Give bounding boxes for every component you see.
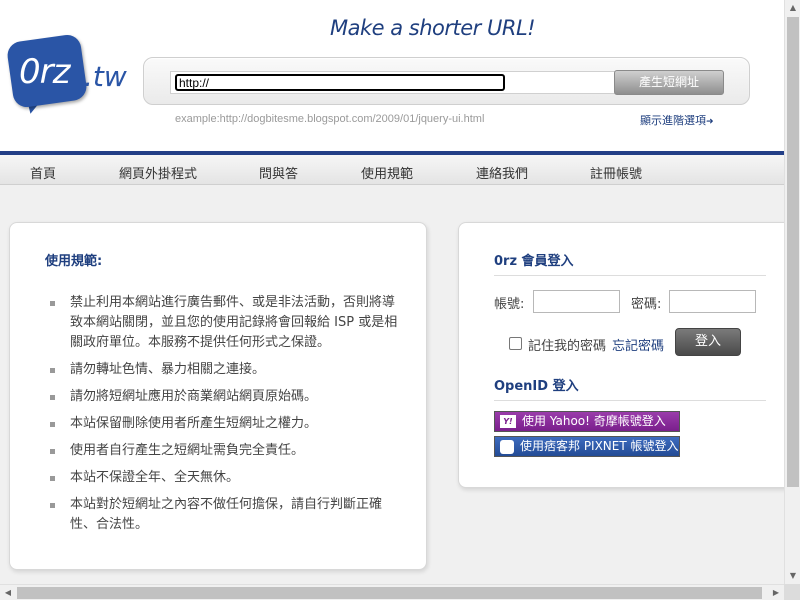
login-panel: 0rz 會員登入 帳號: 密碼: 記住我的密碼 忘記密碼 登入 OpenID 登… <box>458 222 784 488</box>
scrollbar-corner <box>784 584 800 600</box>
list-item: 請勿轉址色情、暴力相關之連接。 <box>48 360 398 380</box>
vertical-scrollbar[interactable]: ▲ ▼ <box>784 0 800 584</box>
remember-me-checkbox[interactable] <box>509 337 522 350</box>
pixnet-login-button[interactable]: 使用痞客邦 PIXNET 帳號登入 <box>494 436 680 457</box>
pixnet-login-label: 使用痞客邦 PIXNET 帳號登入 <box>520 439 679 453</box>
url-input[interactable] <box>175 74 505 91</box>
nav-item-register[interactable]: 註冊帳號 <box>590 163 642 182</box>
openid-login-title: OpenID 登入 <box>494 379 579 394</box>
page-viewport: 0rz .tw Make a shorter URL! 產生短網址 exampl… <box>0 0 784 584</box>
example-url-text: example:http://dogbitesme.blogspot.com/2… <box>175 113 485 125</box>
nav-item-contact[interactable]: 連絡我們 <box>476 163 528 182</box>
terms-title: 使用規範: <box>45 254 103 269</box>
logo-tld: .tw <box>84 60 127 93</box>
header: 0rz .tw Make a shorter URL! 產生短網址 exampl… <box>0 0 784 152</box>
advanced-options-link[interactable]: 顯示進階選項➜ <box>640 112 714 128</box>
divider <box>494 275 766 276</box>
scroll-left-icon[interactable]: ◀ <box>0 585 16 600</box>
password-label: 密碼: <box>631 297 662 312</box>
member-login-title: 0rz 會員登入 <box>494 254 574 269</box>
yahoo-login-button[interactable]: Y! 使用 Yahoo! 奇摩帳號登入 <box>494 411 680 432</box>
remember-me-label[interactable]: 記住我的密碼 <box>528 335 606 354</box>
url-field-wrapper <box>170 71 618 94</box>
nav-item-terms[interactable]: 使用規範 <box>361 163 413 182</box>
account-field[interactable] <box>533 290 620 313</box>
advanced-options-label: 顯示進階選項 <box>640 114 706 127</box>
terms-list: 禁止利用本網站進行廣告郵件、或是非法活動，否則將導致本網站關閉，並且您的使用記錄… <box>48 293 398 542</box>
list-item: 禁止利用本網站進行廣告郵件、或是非法活動，否則將導致本網站關閉，並且您的使用記錄… <box>48 293 398 353</box>
url-form: 產生短網址 <box>143 57 750 105</box>
nav-item-home[interactable]: 首頁 <box>30 163 56 182</box>
scroll-down-icon[interactable]: ▼ <box>785 568 800 584</box>
vertical-scroll-thumb[interactable] <box>787 17 799 487</box>
nav-item-plugins[interactable]: 網頁外掛程式 <box>119 163 197 182</box>
yahoo-icon: Y! <box>500 415 516 428</box>
shorten-url-button[interactable]: 產生短網址 <box>614 70 724 95</box>
scroll-up-icon[interactable]: ▲ <box>785 0 800 16</box>
logo-text: 0rz <box>19 52 70 92</box>
horizontal-scroll-thumb[interactable] <box>17 587 762 599</box>
pixnet-icon <box>500 439 514 454</box>
arrow-right-icon: ➜ <box>706 117 714 127</box>
logo[interactable]: 0rz <box>5 33 89 116</box>
list-item: 請勿將短網址應用於商業網站網頁原始碼。 <box>48 387 398 407</box>
terms-panel: 使用規範: 禁止利用本網站進行廣告郵件、或是非法活動，否則將導致本網站關閉，並且… <box>9 222 427 570</box>
login-button[interactable]: 登入 <box>675 328 741 356</box>
horizontal-scrollbar[interactable]: ◀ ▶ <box>0 584 784 600</box>
list-item: 本站保留刪除使用者所產生短網址之權力。 <box>48 414 398 434</box>
yahoo-login-label: 使用 Yahoo! 奇摩帳號登入 <box>522 414 666 428</box>
scroll-right-icon[interactable]: ▶ <box>768 585 784 600</box>
list-item: 使用者自行產生之短網址需負完全責任。 <box>48 441 398 461</box>
forgot-password-link[interactable]: 忘記密碼 <box>612 335 664 354</box>
tagline: Make a shorter URL! <box>330 16 536 40</box>
divider <box>494 400 766 401</box>
list-item: 本站不保證全年、全天無休。 <box>48 468 398 488</box>
account-label: 帳號: <box>494 297 525 312</box>
main-nav: 首頁 網頁外掛程式 問與答 使用規範 連絡我們 註冊帳號 <box>0 155 784 185</box>
nav-item-faq[interactable]: 問與答 <box>259 163 298 182</box>
password-field[interactable] <box>669 290 756 313</box>
list-item: 本站對於短網址之內容不做任何擔保，請自行判斷正確性、合法性。 <box>48 495 398 535</box>
